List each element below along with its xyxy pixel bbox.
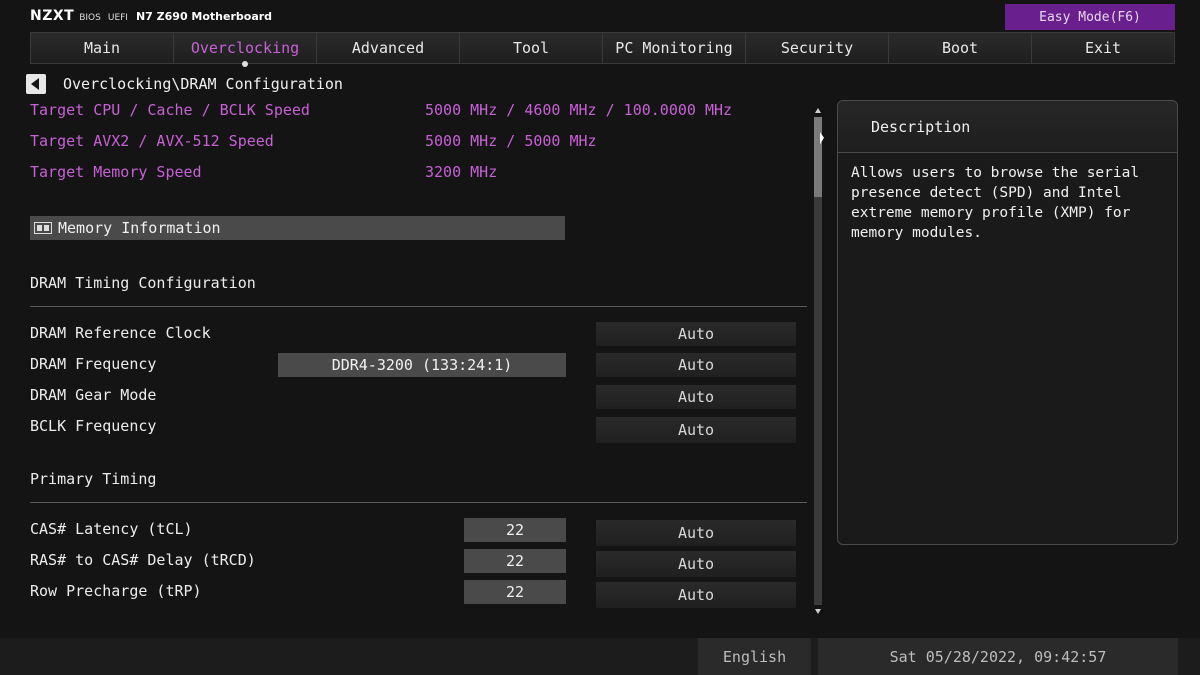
row-precharge-label: Row Precharge (tRP): [30, 582, 202, 600]
tab-main[interactable]: Main: [30, 32, 173, 64]
dram-frequency-setting[interactable]: Auto: [596, 353, 796, 377]
tab-tool[interactable]: Tool: [459, 32, 602, 64]
scroll-thumb[interactable]: [814, 117, 822, 197]
language-selector[interactable]: English: [698, 638, 811, 675]
mouse-pointer-icon: [820, 132, 824, 146]
dram-frequency-current: DDR4-3200 (133:24:1): [278, 353, 566, 377]
dram-reference-clock-setting[interactable]: Auto: [596, 322, 796, 346]
bclk-frequency-label: BCLK Frequency: [30, 417, 157, 435]
description-line: Allows users to browse the serial: [851, 165, 1140, 181]
cas-latency-label: CAS# Latency (tCL): [30, 520, 193, 538]
target-memory-label: Target Memory Speed: [30, 163, 202, 181]
tab-exit[interactable]: Exit: [1031, 32, 1175, 64]
brand-bios-label: BIOS: [79, 13, 101, 23]
bclk-frequency-setting[interactable]: Auto: [596, 417, 796, 443]
tab-boot[interactable]: Boot: [888, 32, 1031, 64]
nzxt-logo: NZXT: [30, 8, 75, 24]
memory-information-label: Memory Information: [58, 219, 221, 237]
cas-latency-current: 22: [464, 518, 566, 542]
row-precharge-current: 22: [464, 580, 566, 604]
ras-to-cas-delay-current: 22: [464, 549, 566, 573]
ras-to-cas-delay-setting[interactable]: Auto: [596, 551, 796, 577]
tab-overclocking[interactable]: Overclocking: [173, 32, 316, 67]
back-arrow-icon: [31, 78, 39, 90]
dram-frequency-label: DRAM Frequency: [30, 355, 157, 373]
target-avx-value: 5000 MHz / 5000 MHz: [425, 132, 597, 150]
tab-advanced[interactable]: Advanced: [316, 32, 459, 64]
brand-header: NZXT BIOS UEFI N7 Z690 Motherboard: [30, 8, 272, 26]
description-line: extreme memory profile (XMP) for: [851, 205, 1131, 221]
description-line: memory modules.: [851, 225, 982, 241]
scrollbar[interactable]: [813, 108, 823, 614]
description-title: Description: [838, 101, 1177, 153]
tab-pc-monitoring[interactable]: PC Monitoring: [602, 32, 745, 64]
description-line: presence detect (SPD) and Intel: [851, 185, 1122, 201]
target-memory-value: 3200 MHz: [425, 163, 498, 181]
dram-gear-mode-label: DRAM Gear Mode: [30, 386, 157, 404]
main-tabs: Main Overclocking Advanced Tool PC Monit…: [30, 32, 1175, 67]
ras-to-cas-delay-label: RAS# to CAS# Delay (tRCD): [30, 551, 256, 569]
section-divider: [30, 502, 807, 503]
scroll-down-arrow-icon[interactable]: [815, 609, 821, 614]
back-button[interactable]: [26, 74, 46, 94]
dram-reference-clock-label: DRAM Reference Clock: [30, 324, 211, 342]
cas-latency-setting[interactable]: Auto: [596, 520, 796, 546]
target-avx-label: Target AVX2 / AVX-512 Speed: [30, 132, 274, 150]
system-datetime[interactable]: Sat 05/28/2022, 09:42:57: [818, 638, 1178, 675]
description-text: Allows users to browse the serial presen…: [838, 153, 1177, 243]
memory-module-icon: [34, 222, 52, 234]
dram-gear-mode-setting[interactable]: Auto: [596, 385, 796, 409]
motherboard-model: N7 Z690 Motherboard: [135, 10, 273, 23]
target-cpu-value: 5000 MHz / 4600 MHz / 100.0000 MHz: [425, 101, 733, 119]
memory-information-item[interactable]: Memory Information: [30, 216, 565, 240]
description-panel: Description Allows users to browse the s…: [837, 100, 1178, 545]
section-divider: [30, 306, 807, 307]
bios-screen: NZXT BIOS UEFI N7 Z690 Motherboard Easy …: [0, 0, 1200, 675]
row-precharge-setting[interactable]: Auto: [596, 582, 796, 608]
brand-uefi-label: UEFI: [107, 13, 128, 23]
tab-security[interactable]: Security: [745, 32, 888, 64]
breadcrumb: Overclocking\DRAM Configuration: [63, 75, 343, 93]
scroll-up-arrow-icon[interactable]: [815, 108, 821, 113]
primary-timing-section-title: Primary Timing: [30, 470, 157, 488]
easy-mode-button[interactable]: Easy Mode(F6): [1005, 4, 1175, 30]
target-cpu-label: Target CPU / Cache / BCLK Speed: [30, 101, 310, 119]
dram-timing-section-title: DRAM Timing Configuration: [30, 274, 256, 292]
